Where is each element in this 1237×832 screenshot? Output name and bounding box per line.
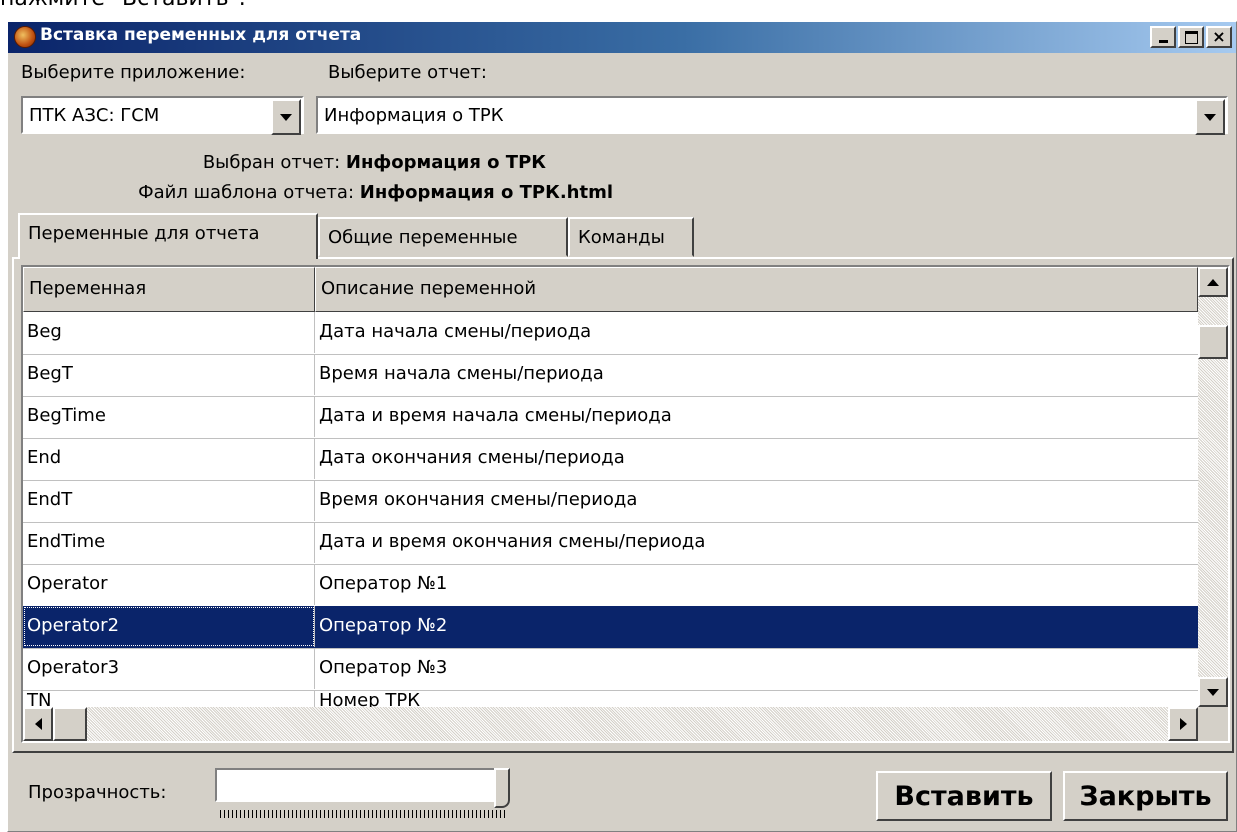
selected-report-value: Информация о ТРК	[345, 152, 546, 173]
arrow-right-icon	[1179, 718, 1187, 730]
variable-name-cell: EndTime	[23, 522, 315, 563]
maximize-button[interactable]	[1178, 26, 1204, 48]
transparency-slider-track[interactable]	[215, 768, 510, 802]
scroll-right-button[interactable]	[1168, 707, 1198, 741]
tab-label: Команды	[578, 227, 665, 248]
vertical-scroll-thumb[interactable]	[1198, 325, 1228, 359]
transparency-label: Прозрачность:	[28, 782, 167, 803]
scroll-down-button[interactable]	[1198, 677, 1228, 707]
close-button-label: Закрыть	[1079, 780, 1212, 812]
template-file-value: Информация о ТРК.html	[359, 182, 613, 203]
arrow-left-icon	[34, 718, 42, 730]
tab-label: Общие переменные	[328, 227, 518, 248]
variable-description-cell: Номер ТРК	[319, 690, 420, 707]
selected-report-line: Выбран отчет: Информация о ТРК	[0, 152, 546, 173]
slider-ticks	[220, 810, 505, 818]
vertical-scrollbar[interactable]	[1198, 267, 1228, 707]
minimize-button[interactable]	[1150, 26, 1176, 48]
table-row[interactable]: TN Номер ТРК	[23, 690, 1198, 707]
variable-description-cell: Время окончания смены/периода	[319, 489, 638, 510]
tab-report-variables[interactable]: Переменные для отчета	[18, 213, 318, 259]
column-header-variable[interactable]: Переменная	[23, 267, 315, 312]
variable-description-cell: Оператор №2	[319, 615, 448, 636]
column-header-label: Переменная	[29, 278, 147, 299]
selected-report-label: Выбран отчет:	[202, 152, 341, 173]
close-button[interactable]: Закрыть	[1063, 771, 1228, 821]
variable-description-cell: Оператор №1	[319, 573, 448, 594]
template-file-label: Файл шаблона отчета:	[138, 182, 355, 203]
table-row[interactable]: Beg Дата начала смены/периода	[23, 312, 1198, 355]
maximize-icon	[1184, 30, 1198, 44]
variable-name-cell: BegT	[23, 354, 315, 395]
app-select-dropdown-button[interactable]	[271, 99, 301, 135]
report-select-value: Информация о ТРК	[324, 105, 504, 126]
table-row-selected[interactable]: Operator2 Оператор №2	[23, 606, 1198, 649]
report-select-dropdown-button[interactable]	[1195, 99, 1225, 135]
variables-grid[interactable]: Переменная Описание переменной Beg Дата …	[21, 265, 1230, 743]
app-select-value: ПТК АЗС: ГСМ	[29, 105, 160, 126]
scroll-left-button[interactable]	[23, 707, 53, 741]
variable-description-cell: Дата и время начала смены/периода	[319, 405, 672, 426]
variable-name-cell: BegTime	[23, 396, 315, 437]
variable-description-cell: Время начала смены/периода	[319, 363, 604, 384]
chevron-down-icon	[280, 113, 292, 121]
report-select-label: Выберите отчет:	[328, 62, 487, 83]
app-select-label: Выберите приложение:	[21, 62, 246, 83]
variable-name-cell: Operator	[23, 564, 315, 605]
insert-button-label: Вставить	[894, 780, 1034, 812]
app-icon[interactable]	[14, 26, 36, 48]
scroll-up-button[interactable]	[1198, 267, 1228, 297]
arrow-up-icon	[1207, 278, 1219, 286]
scrollbar-corner	[1198, 707, 1228, 741]
chevron-down-icon	[1204, 113, 1216, 121]
table-row[interactable]: Operator3 Оператор №3	[23, 648, 1198, 691]
insert-button[interactable]: Вставить	[876, 771, 1052, 821]
template-file-line: Файл шаблона отчета: Информация о ТРК.ht…	[0, 182, 613, 203]
window-title: Вставка переменных для отчета	[40, 25, 362, 45]
tab-common-variables[interactable]: Общие переменные	[318, 217, 568, 257]
table-row[interactable]: End Дата окончания смены/периода	[23, 438, 1198, 481]
column-header-description[interactable]: Описание переменной	[315, 267, 1198, 312]
variable-name-cell: TN	[23, 690, 315, 707]
table-row[interactable]: EndTime Дата и время окончания смены/пер…	[23, 522, 1198, 565]
variable-name-cell: EndT	[23, 480, 315, 521]
variable-description-cell: Дата окончания смены/периода	[319, 447, 625, 468]
variable-name-cell: End	[23, 438, 315, 479]
tab-commands[interactable]: Команды	[568, 217, 694, 257]
close-icon: ×	[1212, 27, 1226, 46]
table-row[interactable]: Operator Оператор №1	[23, 564, 1198, 607]
horizontal-scroll-thumb[interactable]	[53, 707, 87, 741]
table-row[interactable]: BegTime Дата и время начала смены/период…	[23, 396, 1198, 439]
tab-label: Переменные для отчета	[28, 223, 260, 244]
horizontal-scrollbar[interactable]	[23, 707, 1198, 741]
variable-description-cell: Оператор №3	[319, 657, 448, 678]
table-row[interactable]: EndT Время окончания смены/периода	[23, 480, 1198, 523]
transparency-slider-thumb[interactable]	[494, 768, 510, 808]
variable-description-cell: Дата и время окончания смены/периода	[319, 531, 706, 552]
arrow-down-icon	[1207, 688, 1219, 696]
column-header-label: Описание переменной	[321, 278, 537, 299]
variable-description-cell: Дата начала смены/периода	[319, 321, 592, 342]
variable-name-cell: Operator2	[23, 606, 315, 647]
table-row[interactable]: BegT Время начала смены/периода	[23, 354, 1198, 397]
minimize-icon	[1158, 40, 1168, 43]
variable-name-cell: Beg	[23, 312, 315, 353]
app-select[interactable]: ПТК АЗС: ГСМ	[21, 96, 304, 135]
variable-name-cell: Operator3	[23, 648, 315, 689]
page-caption: нажмите "Вставить".	[0, 0, 246, 11]
report-select[interactable]: Информация о ТРК	[316, 96, 1228, 135]
close-window-button[interactable]: ×	[1206, 26, 1232, 48]
